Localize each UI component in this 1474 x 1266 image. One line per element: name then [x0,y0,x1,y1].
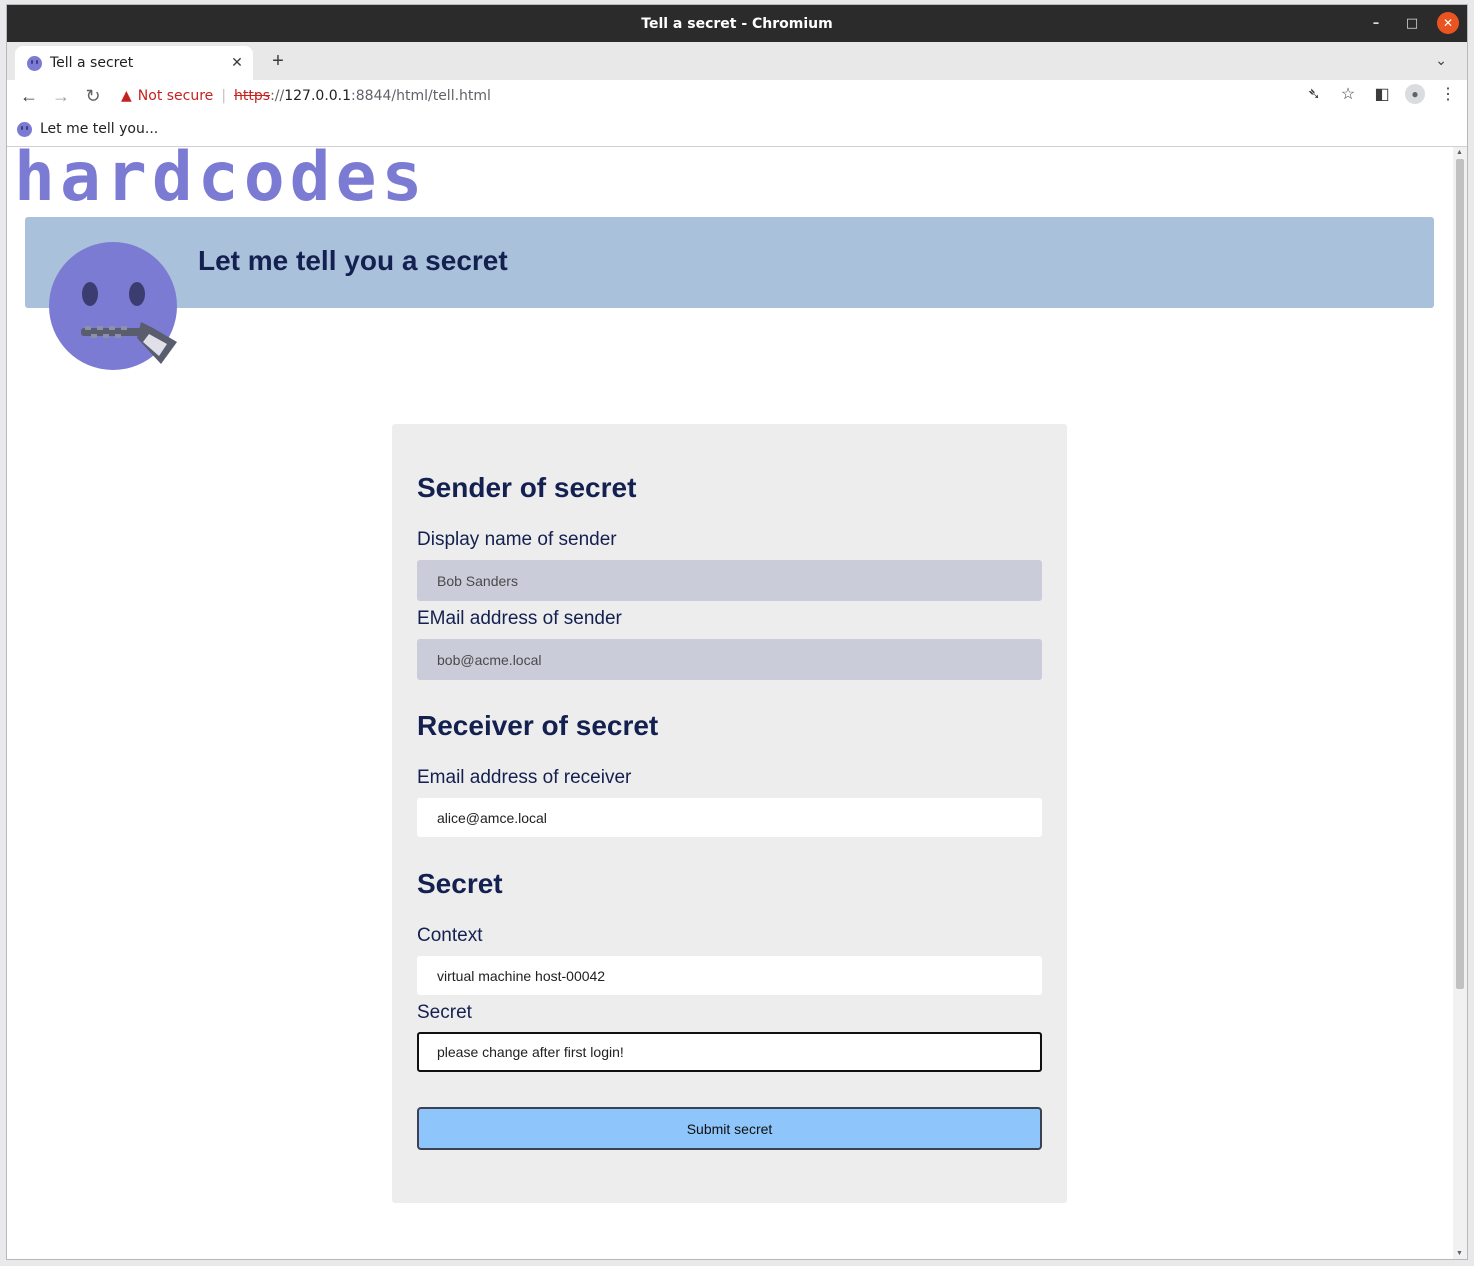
sender-name-label: Display name of sender [417,529,617,550]
page-viewport: hardcodes Let me tell you a secret Sende… [7,147,1453,1259]
new-tab-icon[interactable]: + [267,50,289,73]
sender-heading: Sender of secret [417,472,637,503]
sender-name-field[interactable] [417,560,1042,601]
share-icon[interactable]: ➴ [1303,84,1325,104]
secret-form: Sender of secret Display name of sender … [392,424,1067,1203]
scroll-thumb[interactable] [1456,159,1464,989]
not-secure-label: Not secure [137,88,214,104]
address-bar[interactable]: ▲ Not secure | https :// 127.0.0.1 :8844… [121,88,491,104]
minimize-icon[interactable]: – [1365,12,1387,34]
favicon-icon [27,55,42,71]
url-separator: :// [270,88,285,104]
site-logo[interactable]: hardcodes [14,147,427,212]
receiver-email-field[interactable] [417,798,1042,837]
close-window-icon[interactable]: ✕ [1437,12,1459,34]
window-controls: – □ ✕ [1365,12,1459,34]
secret-field[interactable] [417,1032,1042,1072]
window-title: Tell a secret - Chromium [641,15,833,32]
scroll-up-icon[interactable]: ▲ [1456,149,1463,156]
context-field[interactable] [417,956,1042,995]
tab-title: Tell a secret [50,55,134,71]
page-banner: Let me tell you a secret [25,217,1434,308]
browser-toolbar: ← → ↻ ▲ Not secure | https :// 127.0.0.1… [7,80,1467,112]
sender-email-field[interactable] [417,639,1042,680]
url-path: :8844/html/tell.html [351,88,491,104]
side-panel-icon[interactable]: ◧ [1371,84,1393,104]
profile-icon[interactable]: ● [1405,84,1425,104]
warning-icon: ▲ [121,88,132,104]
scroll-down-icon[interactable]: ▼ [1456,1250,1463,1257]
receiver-heading: Receiver of secret [417,710,659,741]
bookmark-favicon-icon [17,121,32,137]
secret-label: Secret [417,1002,472,1023]
back-icon[interactable]: ← [13,86,45,107]
toolbar-actions: ➴ ☆ ◧ ● ⋮ [1303,84,1459,104]
url-host: 127.0.0.1 [284,88,352,104]
address-divider: | [221,88,227,104]
secret-heading: Secret [417,868,503,899]
receiver-email-label: Email address of receiver [417,767,632,788]
menu-icon[interactable]: ⋮ [1437,84,1459,104]
sender-email-label: EMail address of sender [417,608,622,629]
url-scheme: https [234,88,271,104]
maximize-icon[interactable]: □ [1401,12,1423,34]
forward-icon[interactable]: → [45,86,77,107]
page-title: Let me tell you a secret [198,245,508,276]
bookmarks-bar: Let me tell you... [7,112,1467,147]
chevron-down-icon[interactable]: ⌄ [1435,52,1447,69]
tab-tell-a-secret[interactable]: Tell a secret ✕ [15,46,253,80]
context-label: Context [417,925,483,946]
bookmark-star-icon[interactable]: ☆ [1337,84,1359,104]
window-titlebar: Tell a secret - Chromium – □ ✕ [7,5,1467,42]
zipper-mouth-face-icon [49,242,177,370]
bookmark-item[interactable]: Let me tell you... [40,121,158,137]
vertical-scrollbar[interactable]: ▲ ▼ [1453,147,1467,1259]
tab-strip: Tell a secret ✕ + ⌄ [7,42,1467,80]
browser-window: Tell a secret - Chromium – □ ✕ Tell a se… [7,5,1467,1259]
reload-icon[interactable]: ↻ [77,86,109,107]
close-tab-icon[interactable]: ✕ [227,55,247,71]
submit-secret-button[interactable]: Submit secret [417,1107,1042,1150]
